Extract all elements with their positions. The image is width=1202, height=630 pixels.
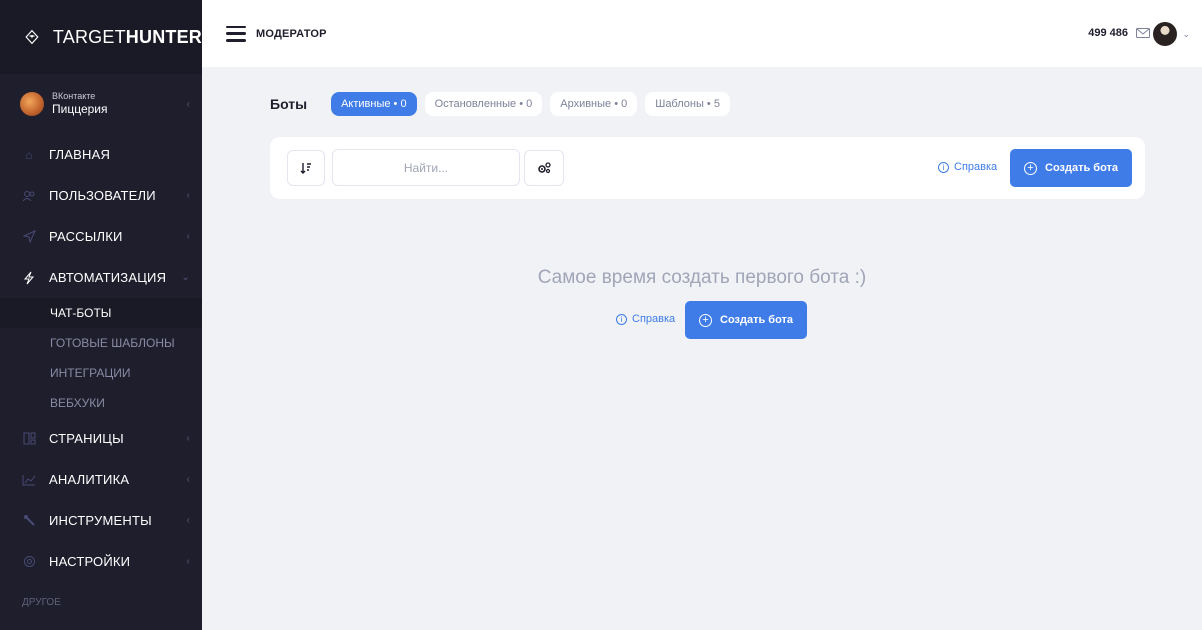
mail-icon[interactable] (1136, 28, 1150, 38)
sidebar-item-settings[interactable]: НАСТРОЙКИ ‹ (0, 541, 202, 582)
logo-text: TARGETHUNTER (52, 26, 202, 47)
logo-icon (25, 29, 39, 45)
plus-circle-icon: + (699, 313, 712, 327)
info-icon: i (938, 161, 949, 173)
lightning-icon (22, 271, 36, 285)
chevron-left-icon: ‹ (186, 515, 190, 526)
help-link[interactable]: i Справка (938, 161, 997, 173)
balance[interactable]: 499 486 (1088, 27, 1128, 39)
help-label: Справка (632, 313, 676, 325)
wrench-icon (22, 514, 36, 528)
chevron-left-icon: ‹ (186, 98, 190, 110)
sidebar-item-label: РАССЫЛКИ (49, 229, 123, 244)
chevron-left-icon: ‹ (186, 231, 190, 242)
search-input[interactable] (332, 149, 520, 186)
tab-stopped[interactable]: Остановленные • 0 (424, 92, 543, 116)
sidebar-item-label: СТРАНИЦЫ (49, 431, 124, 446)
sort-button[interactable] (287, 150, 325, 186)
plus-circle-icon: + (1024, 161, 1037, 175)
chevron-down-icon: ⌄ (181, 272, 190, 283)
chevron-left-icon: ‹ (186, 474, 190, 485)
chart-icon (22, 473, 36, 487)
page-title: МОДЕРАТОР (256, 27, 327, 40)
sidebar-section-other: ДРУГОЕ (22, 596, 61, 608)
tab-archived[interactable]: Архивные • 0 (550, 92, 638, 116)
gear-icon (22, 555, 36, 569)
menu-icon[interactable] (226, 25, 246, 42)
sidebar: TARGETHUNTER ВКонтакте Пиццерия ‹ ⌂ ГЛАВ… (0, 0, 202, 630)
account-switcher[interactable]: ВКонтакте Пиццерия ‹ (0, 74, 202, 134)
user-avatar[interactable] (1153, 22, 1177, 46)
sidebar-subitem-integrations[interactable]: ИНТЕГРАЦИИ (0, 358, 202, 388)
sidebar-subitem-chatbots[interactable]: ЧАТ-БОТЫ (0, 298, 202, 328)
empty-help-link[interactable]: i Справка (616, 313, 675, 325)
topbar: МОДЕРАТОР 499 486 ⌄ (202, 0, 1202, 67)
sidebar-item-automation[interactable]: АВТОМАТИЗАЦИЯ ⌄ (0, 257, 202, 298)
chevron-down-icon[interactable]: ⌄ (1182, 29, 1190, 40)
sidebar-item-label: АНАЛИТИКА (49, 472, 130, 487)
account-name: Пиццерия (52, 102, 108, 116)
chevron-left-icon: ‹ (186, 433, 190, 444)
chevron-left-icon: ‹ (186, 190, 190, 201)
info-icon: i (616, 313, 627, 325)
create-bot-button[interactable]: + Создать бота (1010, 149, 1133, 187)
sidebar-item-tools[interactable]: ИНСТРУМЕНТЫ ‹ (0, 500, 202, 541)
empty-create-bot-button[interactable]: + Создать бота (685, 301, 808, 339)
sort-icon (300, 163, 311, 174)
create-bot-label: Создать бота (720, 314, 794, 326)
help-label: Справка (954, 161, 998, 173)
tab-active[interactable]: Активные • 0 (331, 92, 417, 116)
tab-templates[interactable]: Шаблоны • 5 (645, 92, 730, 116)
pages-icon (22, 432, 36, 446)
section-title: Боты (270, 96, 308, 112)
cogs-icon (538, 162, 551, 174)
home-icon: ⌂ (25, 147, 33, 162)
main-content: Боты Активные • 0 Остановленные • 0 Архи… (202, 67, 1202, 630)
sidebar-item-analytics[interactable]: АНАЛИТИКА ‹ (0, 459, 202, 500)
bots-tabs: Боты Активные • 0 Остановленные • 0 Архи… (270, 92, 738, 116)
logo[interactable]: TARGETHUNTER (0, 0, 202, 74)
users-icon (22, 189, 36, 203)
empty-state-title: Самое время создать первого бота :) (537, 267, 867, 288)
sidebar-item-mailings[interactable]: РАССЫЛКИ ‹ (0, 216, 202, 257)
sidebar-item-label: НАСТРОЙКИ (49, 554, 131, 569)
sidebar-item-label: АВТОМАТИЗАЦИЯ (49, 270, 167, 285)
sidebar-item-pages[interactable]: СТРАНИЦЫ ‹ (0, 418, 202, 459)
account-network: ВКонтакте (52, 91, 96, 101)
sidebar-item-label: ГЛАВНАЯ (49, 147, 111, 162)
chevron-left-icon: ‹ (186, 556, 190, 567)
filter-button[interactable] (524, 150, 564, 186)
sidebar-item-home[interactable]: ⌂ ГЛАВНАЯ (0, 134, 202, 175)
sidebar-item-label: ИНСТРУМЕНТЫ (49, 513, 152, 528)
sidebar-subitem-webhooks[interactable]: ВЕБХУКИ (0, 388, 202, 418)
create-bot-label: Создать бота (1045, 162, 1119, 174)
send-icon (22, 230, 36, 244)
account-avatar (20, 92, 44, 116)
sidebar-item-users[interactable]: ПОЛЬЗОВАТЕЛИ ‹ (0, 175, 202, 216)
sidebar-item-label: ПОЛЬЗОВАТЕЛИ (49, 188, 156, 203)
bots-toolbar: i Справка + Создать бота (270, 137, 1145, 199)
sidebar-subitem-templates[interactable]: ГОТОВЫЕ ШАБЛОНЫ (0, 328, 202, 358)
